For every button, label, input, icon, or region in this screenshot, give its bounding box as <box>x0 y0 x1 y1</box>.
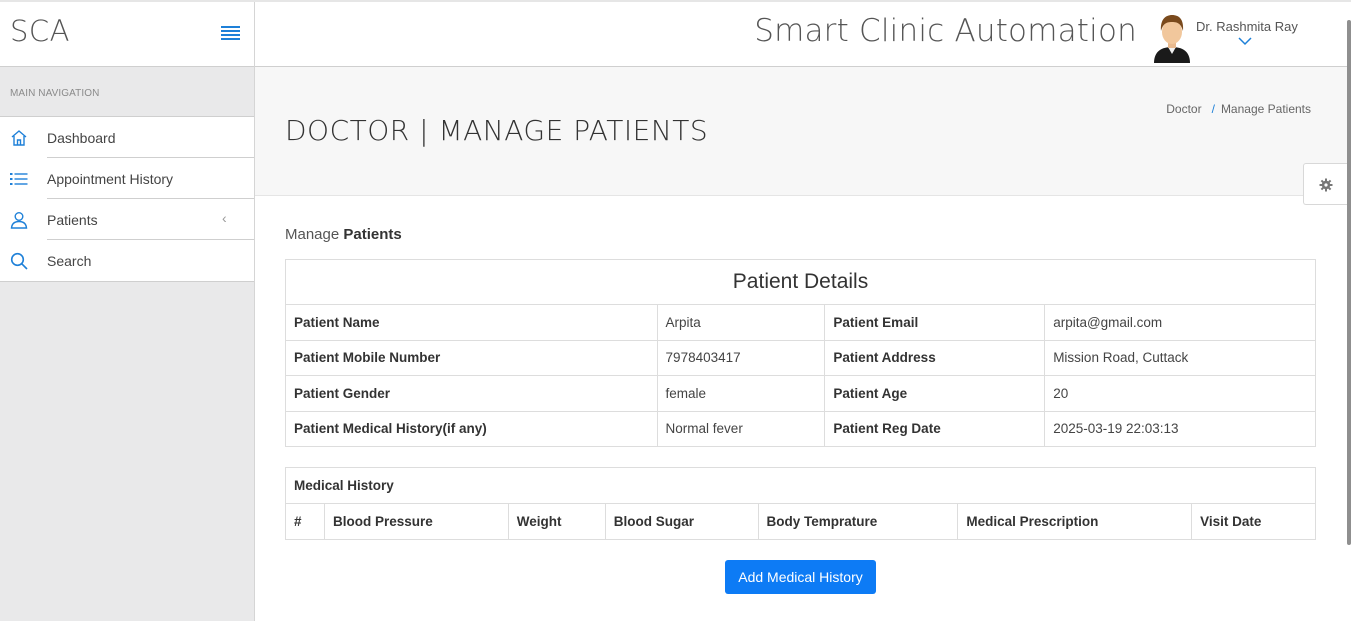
column-header: Blood Sugar <box>604 503 759 540</box>
app-title: Smart Clinic Automation <box>754 13 1137 49</box>
field-value: Mission Road, Cuttack <box>1044 339 1316 376</box>
field-value: 7978403417 <box>656 339 826 376</box>
avatar[interactable] <box>1150 11 1194 63</box>
field-value: arpita@gmail.com <box>1044 304 1316 341</box>
field-label: Patient Reg Date <box>824 410 1046 447</box>
field-label: Patient Email <box>824 304 1046 341</box>
page-title-band: DOCTOR | MANAGE PATIENTS Doctor / Manage P… <box>255 67 1351 196</box>
sidebar-item-search[interactable]: Search <box>0 240 254 281</box>
home-icon <box>11 130 27 146</box>
sidebar-item-label: Dashboard <box>47 130 116 146</box>
sidebar-item-dashboard[interactable]: Dashboard <box>0 117 254 158</box>
field-value: Normal fever <box>656 410 826 447</box>
section-title-prefix: Manage <box>285 226 340 243</box>
table-row: Patient Mobile Number 7978403417 Patient… <box>285 339 1316 376</box>
nav-section-label: MAIN NAVIGATION <box>0 67 254 117</box>
column-header: Medical Prescription <box>957 503 1193 540</box>
medical-history-table: Medical History # Blood Pressure Weight … <box>285 467 1316 540</box>
settings-button[interactable] <box>1303 163 1351 205</box>
field-value: female <box>656 375 826 412</box>
sidebar-item-label: Patients <box>47 212 98 228</box>
section-title-strong: Patients <box>343 226 402 243</box>
patient-details-table: Patient Details Patient Name Arpita Pati… <box>285 259 1316 447</box>
gear-icon <box>1319 178 1333 192</box>
field-value: Arpita <box>656 304 826 341</box>
brand-bar: SCA <box>0 2 254 67</box>
brand-logo[interactable]: SCA <box>10 14 70 48</box>
top-header: Smart Clinic Automation Dr. Rashmita Ray <box>255 2 1351 67</box>
user-icon <box>10 212 28 229</box>
column-header: Blood Pressure <box>323 503 509 540</box>
sidebar-nav: Dashboard Appointment History Patients ‹ <box>0 117 254 282</box>
section-title: Manage Patients <box>285 226 402 243</box>
field-label: Patient Age <box>824 375 1046 412</box>
column-header: Body Temprature <box>757 503 959 540</box>
sidebar-item-patients[interactable]: Patients ‹ <box>0 199 254 240</box>
field-label: Patient Address <box>824 339 1046 376</box>
field-value: 20 <box>1044 375 1316 412</box>
field-label: Patient Gender <box>285 375 658 412</box>
field-label: Patient Mobile Number <box>285 339 658 376</box>
column-header: Weight <box>507 503 606 540</box>
sidebar-item-appointment-history[interactable]: Appointment History <box>0 158 254 199</box>
sidebar-item-label: Search <box>47 253 92 269</box>
user-name[interactable]: Dr. Rashmita Ray <box>1196 19 1298 34</box>
menu-toggle-icon[interactable] <box>221 26 240 40</box>
add-medical-history-button[interactable]: Add Medical History <box>725 560 876 594</box>
table-row: Patient Gender female Patient Age 20 <box>285 375 1316 412</box>
breadcrumb-item-doctor[interactable]: Doctor <box>1166 102 1201 116</box>
page-title: DOCTOR | MANAGE PATIENTS <box>285 114 709 147</box>
column-header: # <box>285 503 325 540</box>
table-row: Patient Medical History(if any) Normal f… <box>285 410 1316 447</box>
patient-details-heading: Patient Details <box>285 259 1316 305</box>
field-label: Patient Name <box>285 304 658 341</box>
chevron-down-icon[interactable] <box>1238 36 1252 46</box>
breadcrumb-item-current: Manage Patients <box>1220 102 1311 116</box>
medical-history-caption: Medical History <box>285 467 1316 504</box>
breadcrumb: Doctor / Manage Patients <box>1166 102 1311 116</box>
column-header: Visit Date <box>1191 503 1316 540</box>
sidebar: SCA MAIN NAVIGATION Dashboard Appointmen… <box>0 2 255 621</box>
sidebar-item-label: Appointment History <box>47 171 174 187</box>
field-value: 2025-03-19 22:03:13 <box>1044 410 1316 447</box>
list-icon <box>10 173 28 185</box>
table-row: Patient Name Arpita Patient Email arpita… <box>285 304 1316 341</box>
field-label: Patient Medical History(if any) <box>285 410 658 447</box>
vertical-scrollbar[interactable] <box>1347 20 1351 545</box>
search-icon <box>10 252 28 270</box>
chevron-left-icon: ‹ <box>222 210 227 226</box>
